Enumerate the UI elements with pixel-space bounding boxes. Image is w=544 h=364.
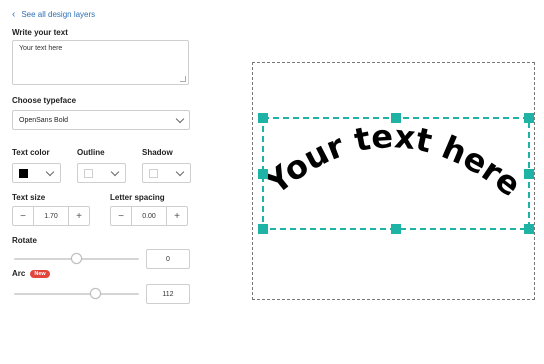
shadow-label: Shadow: [142, 148, 173, 157]
text-input[interactable]: Your text here: [12, 40, 189, 85]
resize-handle-left[interactable]: [258, 169, 268, 179]
outline-label: Outline: [77, 148, 105, 157]
typeface-selected: OpenSans Bold: [19, 116, 69, 124]
typeface-select[interactable]: OpenSans Bold: [12, 110, 190, 130]
outline-color-picker[interactable]: [77, 163, 126, 183]
resize-handle-top-right[interactable]: [524, 113, 534, 123]
chevron-left-icon: ‹: [12, 8, 16, 20]
arc-label: Arc: [12, 269, 26, 278]
letter-spacing-minus-button[interactable]: −: [111, 207, 131, 225]
chevron-down-icon: [110, 167, 120, 177]
rotate-label: Rotate: [12, 236, 37, 245]
back-link[interactable]: ‹ See all design layers: [12, 8, 96, 20]
arc-header: Arc New: [12, 269, 50, 278]
text-size-value[interactable]: 1.70: [33, 207, 69, 225]
resize-handle-bottom[interactable]: [391, 224, 401, 234]
letter-spacing-stepper: − 0.00 +: [110, 206, 188, 226]
chevron-down-icon: [175, 114, 185, 124]
chevron-down-icon: [175, 167, 185, 177]
shadow-color-picker[interactable]: [142, 163, 191, 183]
text-color-swatch: [19, 169, 28, 178]
shadow-color-swatch: [149, 169, 158, 178]
text-color-label: Text color: [12, 148, 50, 157]
text-input-value: Your text here: [19, 45, 63, 52]
text-size-stepper: − 1.70 +: [12, 206, 90, 226]
text-size-plus-button[interactable]: +: [69, 207, 89, 225]
rotate-slider-handle[interactable]: [71, 253, 82, 264]
curved-text: Your text here: [257, 117, 528, 204]
new-badge: New: [30, 269, 50, 278]
chevron-down-icon: [45, 167, 55, 177]
back-link-label: See all design layers: [21, 10, 96, 19]
arc-input[interactable]: 112: [146, 284, 190, 304]
outline-color-swatch: [84, 169, 93, 178]
letter-spacing-label: Letter spacing: [110, 193, 165, 202]
text-preview[interactable]: Your text here: [252, 62, 535, 300]
write-text-label: Write your text: [12, 28, 68, 37]
text-size-minus-button[interactable]: −: [13, 207, 33, 225]
resize-handle-bottom-left[interactable]: [258, 224, 268, 234]
rotate-input[interactable]: 0: [146, 249, 190, 269]
arc-slider-track[interactable]: [14, 293, 139, 295]
letter-spacing-value[interactable]: 0.00: [131, 207, 167, 225]
letter-spacing-plus-button[interactable]: +: [167, 207, 187, 225]
resize-handle-icon[interactable]: [180, 76, 186, 82]
resize-handle-right[interactable]: [524, 169, 534, 179]
typeface-label: Choose typeface: [12, 96, 77, 105]
text-color-picker[interactable]: [12, 163, 61, 183]
resize-handle-bottom-right[interactable]: [524, 224, 534, 234]
arc-slider-handle[interactable]: [89, 288, 101, 299]
text-size-label: Text size: [12, 193, 46, 202]
resize-handle-top-left[interactable]: [258, 113, 268, 123]
resize-handle-top[interactable]: [391, 113, 401, 123]
